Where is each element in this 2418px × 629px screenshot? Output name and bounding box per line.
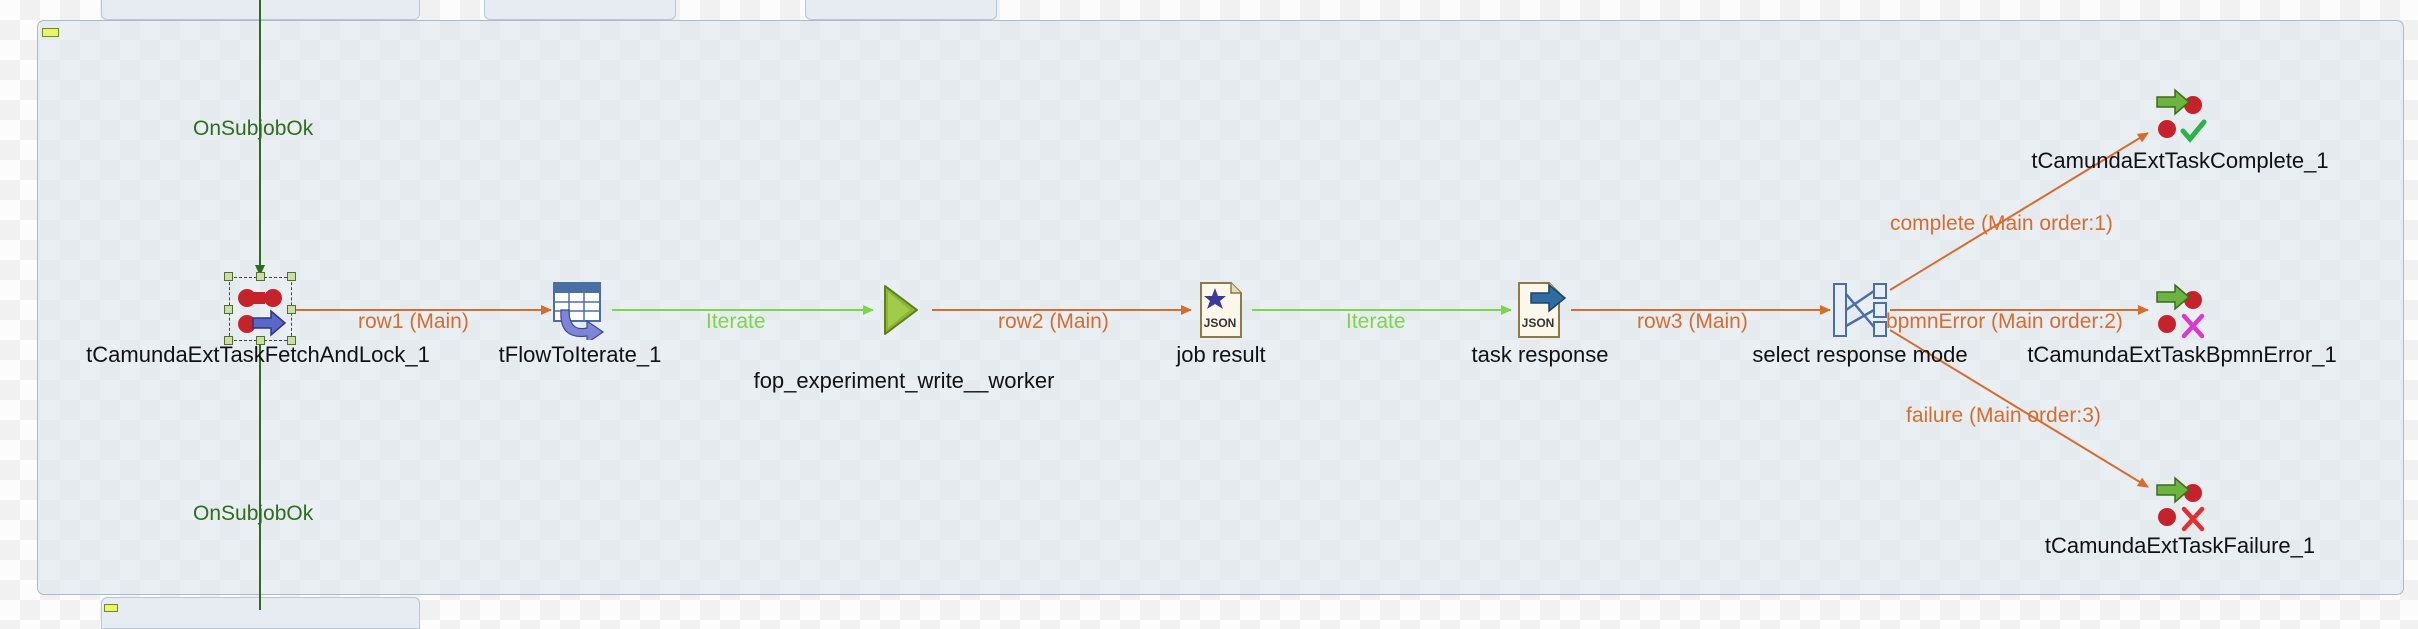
camunda-bpmn-error-icon <box>2156 283 2205 339</box>
link-label-row3[interactable]: row3 (Main) <box>1637 310 1748 334</box>
camunda-complete-icon <box>2156 88 2207 143</box>
link-label-iterate1[interactable]: Iterate <box>706 310 766 334</box>
component-name-task-response[interactable]: task response <box>1472 342 1609 368</box>
trigger-label-bottom[interactable]: OnSubjobOk <box>193 502 313 526</box>
component-name-job-result[interactable]: job result <box>1176 342 1265 368</box>
component-name-task-failure[interactable]: tCamundaExtTaskFailure_1 <box>2045 533 2315 559</box>
resize-handle[interactable] <box>256 272 265 281</box>
flow-to-iterate-icon <box>553 282 605 340</box>
resize-handle[interactable] <box>224 305 233 314</box>
link-label-bpmn[interactable]: bpmnError (Main order:2) <box>1886 310 2123 334</box>
camunda-failure-icon <box>2156 476 2205 532</box>
component-job-result[interactable]: JSON <box>1191 280 1249 340</box>
resize-handle[interactable] <box>287 272 296 281</box>
component-task-complete[interactable] <box>2151 85 2209 145</box>
component-task-bpmn-error[interactable] <box>2151 280 2209 340</box>
component-flow-to-iterate[interactable] <box>551 280 609 340</box>
component-task-response[interactable]: JSON <box>1511 280 1569 340</box>
component-name-task-bpmn-error[interactable]: tCamundaExtTaskBpmnError_1 <box>2027 342 2336 368</box>
component-task-failure[interactable] <box>2151 473 2209 533</box>
component-name-fetch[interactable]: tCamundaExtTaskFetchAndLock_1 <box>86 342 430 368</box>
json-input-icon: JSON <box>1200 282 1242 338</box>
trigger-label-top[interactable]: OnSubjobOk <box>193 117 313 141</box>
link-label-iterate2[interactable]: Iterate <box>1346 310 1406 334</box>
component-name-select-response-mode[interactable]: select response mode <box>1752 342 1967 368</box>
component-name-fop-worker[interactable]: fop_experiment_write__worker <box>754 368 1055 394</box>
svg-text:JSON: JSON <box>1204 316 1237 330</box>
component-name-task-complete[interactable]: tCamundaExtTaskComplete_1 <box>2031 148 2328 174</box>
subjob-run-icon <box>884 285 918 335</box>
tmap-icon <box>1833 283 1887 337</box>
resize-handle[interactable] <box>287 305 296 314</box>
component-fop-worker[interactable] <box>871 280 929 340</box>
link-label-row1[interactable]: row1 (Main) <box>358 310 469 334</box>
component-name-flow-to-iterate[interactable]: tFlowToIterate_1 <box>499 342 662 368</box>
link-label-row2[interactable]: row2 (Main) <box>998 310 1109 334</box>
component-select-response-mode[interactable] <box>1831 280 1889 340</box>
selection-box <box>229 277 292 341</box>
svg-text:JSON: JSON <box>1522 316 1555 330</box>
link-label-complete[interactable]: complete (Main order:1) <box>1890 212 2113 236</box>
json-output-icon: JSON <box>1518 282 1567 338</box>
link-label-failure[interactable]: failure (Main order:3) <box>1906 404 2101 428</box>
resize-handle[interactable] <box>224 272 233 281</box>
